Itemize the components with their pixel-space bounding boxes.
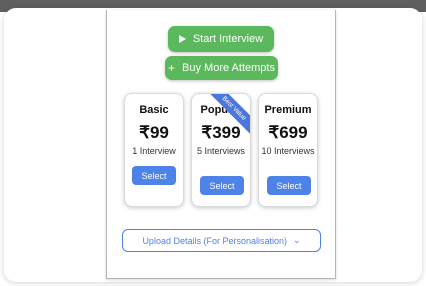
plan-card-basic: Basic ₹99 1 Interview Select bbox=[124, 93, 184, 207]
chevron-down-icon: ⌄ bbox=[293, 235, 301, 245]
select-basic-button[interactable]: Select bbox=[132, 166, 176, 185]
buy-more-attempts-button[interactable]: + Buy More Attempts bbox=[165, 56, 278, 80]
upload-details-label: Upload Details (For Personalisation) bbox=[142, 235, 287, 246]
plan-feature: 1 Interview bbox=[132, 146, 176, 156]
plan-name: Premium bbox=[264, 104, 312, 116]
start-interview-button[interactable]: Start Interview bbox=[168, 26, 274, 52]
plan-price: ₹99 bbox=[139, 123, 169, 142]
select-popular-button[interactable]: Select bbox=[200, 176, 244, 195]
buy-more-label: Buy More Attempts bbox=[182, 62, 275, 74]
plan-feature: 10 Interviews bbox=[261, 146, 315, 156]
plus-icon: + bbox=[168, 61, 176, 75]
select-premium-button[interactable]: Select bbox=[267, 176, 311, 195]
plan-name: Basic bbox=[139, 104, 169, 116]
plan-price: ₹699 bbox=[268, 123, 308, 142]
upload-details-button[interactable]: Upload Details (For Personalisation) ⌄ bbox=[122, 229, 321, 252]
plan-card-popular: Popular ₹399 5 Interviews Select Best Va… bbox=[191, 93, 251, 207]
plan-card-premium: Premium ₹699 10 Interviews Select bbox=[258, 93, 318, 207]
play-icon bbox=[178, 35, 186, 43]
start-interview-label: Start Interview bbox=[192, 33, 264, 45]
plan-feature: 5 Interviews bbox=[196, 146, 246, 156]
plan-price: ₹399 bbox=[201, 123, 241, 142]
